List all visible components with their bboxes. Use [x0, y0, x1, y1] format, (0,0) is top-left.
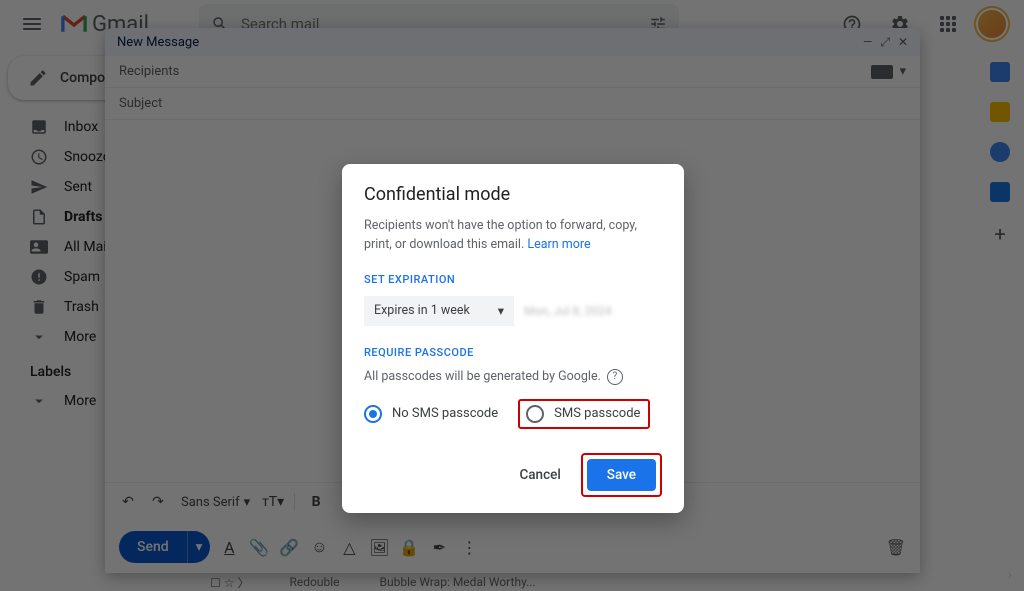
- cancel-button[interactable]: Cancel: [509, 459, 570, 491]
- radio-sms-passcode[interactable]: SMS passcode: [526, 405, 640, 423]
- expiration-value: Expires in 1 week: [374, 303, 470, 318]
- side-panel-chevron[interactable]: ›: [1008, 567, 1012, 583]
- highlight-sms-option: SMS passcode: [518, 399, 650, 429]
- passcode-description: All passcodes will be generated by Googl…: [364, 369, 662, 385]
- expiration-date-hint: Mon, Jul 8, 2024: [524, 304, 611, 318]
- learn-more-link[interactable]: Learn more: [527, 237, 590, 252]
- highlight-save-button: Save: [581, 453, 662, 497]
- radio-unchecked-icon: [526, 405, 544, 423]
- chevron-down-icon: ▾: [498, 303, 504, 319]
- radio-no-sms-label: No SMS passcode: [392, 406, 498, 421]
- radio-no-sms-passcode[interactable]: No SMS passcode: [364, 399, 498, 429]
- set-expiration-label: SET EXPIRATION: [364, 273, 662, 286]
- expiration-select[interactable]: Expires in 1 week ▾: [364, 296, 514, 326]
- require-passcode-label: REQUIRE PASSCODE: [364, 346, 662, 359]
- modal-description: Recipients won't have the option to forw…: [364, 217, 662, 255]
- radio-sms-label: SMS passcode: [554, 406, 640, 421]
- modal-title: Confidential mode: [364, 184, 662, 205]
- radio-checked-icon: [364, 405, 382, 423]
- save-button[interactable]: Save: [587, 459, 656, 491]
- help-icon[interactable]: ?: [607, 369, 623, 385]
- confidential-mode-dialog: Confidential mode Recipients won't have …: [342, 164, 684, 513]
